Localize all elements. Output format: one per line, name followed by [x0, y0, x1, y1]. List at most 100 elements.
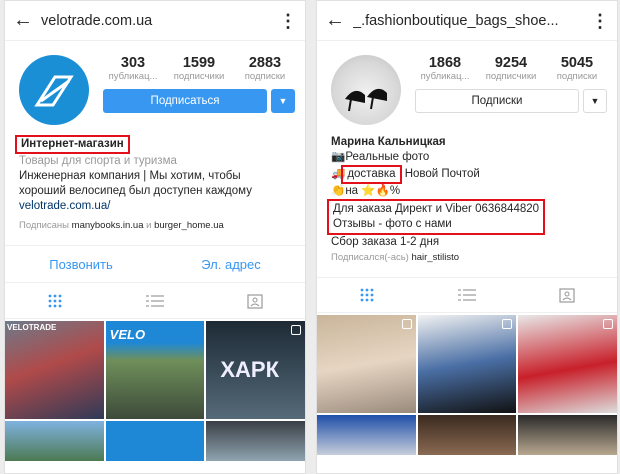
- bio-text: Новой Почтой: [401, 168, 480, 180]
- posts-label: публикац...: [108, 71, 158, 82]
- list-view-icon[interactable]: [145, 291, 165, 311]
- call-button[interactable]: Позвонить: [49, 257, 113, 272]
- bio-text: на: [345, 185, 359, 197]
- followed-user: hair_stilisto: [411, 252, 460, 263]
- grid-view-icon[interactable]: [45, 291, 65, 311]
- grid-view-icon[interactable]: [357, 285, 377, 305]
- bio-line: хороший велосипед был доступен каждому: [19, 185, 252, 197]
- posts-grid: VELOTRADE VELO ХАРК: [5, 319, 305, 461]
- profile-name: Марина Кальницкая: [331, 136, 446, 148]
- delivery-text: доставка: [341, 165, 402, 184]
- highlighted-contact-box: Для заказа Директ и Viber 0636844820 Отз…: [327, 199, 546, 235]
- followed-prefix: Подписался(-ась): [331, 252, 409, 263]
- back-arrow-icon[interactable]: ←: [13, 9, 41, 32]
- profile-tabs: [317, 277, 617, 313]
- more-options-icon[interactable]: ⋮: [279, 12, 297, 30]
- bio: Интернет-магазин Товары для спорта и тур…: [5, 125, 305, 233]
- followers-count: 9254: [494, 55, 528, 71]
- tile-text: VELO: [109, 327, 146, 342]
- back-arrow-icon[interactable]: ←: [325, 9, 353, 32]
- bio-line: 📷Реальные фото: [331, 150, 603, 165]
- post-thumbnail[interactable]: [317, 315, 416, 413]
- tagged-photos-icon[interactable]: [245, 291, 265, 311]
- post-thumbnail[interactable]: VELO: [105, 321, 205, 419]
- following-count: 2883: [248, 55, 282, 71]
- more-options-icon[interactable]: ⋮: [591, 12, 609, 30]
- followed-user: burger_home.ua: [154, 220, 224, 231]
- stats: 303 публикац... 1599 подписчики 2883 подпис…: [103, 55, 295, 125]
- posts-stat[interactable]: 1868 публикац...: [415, 55, 475, 82]
- multi-photo-icon: [502, 319, 513, 329]
- followers-stat[interactable]: 1599 подписчики: [169, 55, 229, 82]
- tile-text: ХАРК: [220, 357, 279, 382]
- video-icon: [290, 325, 301, 335]
- post-thumbnail[interactable]: [417, 315, 517, 413]
- email-button[interactable]: Эл. адрес: [201, 257, 261, 272]
- bio-text: Реальные фото: [345, 151, 430, 163]
- post-thumbnail[interactable]: ХАРК: [206, 321, 305, 419]
- bio-line: Отзывы - фото с нами: [333, 218, 452, 230]
- list-view-icon[interactable]: [457, 285, 477, 305]
- right-profile-screen: ← _.fashionboutique_bags_shoe... ⋮ 1868 п…: [316, 0, 618, 474]
- profile-header: 1868 публикац... 9254 подписчики 5045 подпи…: [317, 41, 617, 125]
- username-title: _.fashionboutique_bags_shoe...: [353, 12, 559, 29]
- post-thumbnail[interactable]: [417, 415, 517, 455]
- posts-stat[interactable]: 303 публикац...: [103, 55, 163, 82]
- post-thumbnail[interactable]: [518, 415, 617, 455]
- bio-line: Для заказа Директ и Viber 0636844820: [333, 203, 540, 215]
- followed-by[interactable]: Подписался(-ась) hair_stilisto: [331, 250, 603, 265]
- username-title: velotrade.com.ua: [41, 12, 153, 29]
- following-stat[interactable]: 2883 подписки: [235, 55, 295, 82]
- post-thumbnail[interactable]: [206, 421, 305, 461]
- profile-tabs: [5, 283, 305, 319]
- multi-photo-icon: [602, 319, 613, 329]
- followed-and: и: [146, 220, 152, 231]
- posts-grid: [317, 313, 617, 455]
- stats: 1868 публикац... 9254 подписчики 5045 подпи…: [415, 55, 607, 125]
- website-link[interactable]: velotrade.com.ua/: [19, 199, 291, 214]
- following-stat[interactable]: 5045 подписки: [547, 55, 607, 82]
- hand-emoji-icon: 👏: [331, 185, 346, 197]
- profile-header: 303 публикац... 1599 подписчики 2883 подпис…: [5, 41, 305, 125]
- avatar[interactable]: [331, 55, 401, 125]
- avatar[interactable]: [19, 55, 89, 125]
- contact-actions: Позвонить Эл. адрес: [5, 245, 305, 283]
- post-thumbnail[interactable]: [317, 415, 416, 455]
- followers-count: 1599: [182, 55, 216, 71]
- sale-emoji-icon: ⭐🔥: [361, 185, 390, 197]
- velotrade-logo-icon: [34, 75, 74, 107]
- followers-label: подписчики: [485, 71, 537, 82]
- posts-count: 1868: [428, 55, 462, 71]
- post-thumbnail[interactable]: [518, 315, 617, 413]
- bio: Марина Кальницкая 📷Реальные фото 🚚 достав…: [317, 125, 617, 265]
- tagged-photos-icon[interactable]: [557, 285, 577, 305]
- camera-emoji-icon: 📷: [331, 151, 346, 163]
- bio-text: %: [389, 185, 401, 197]
- post-thumbnail[interactable]: [105, 421, 205, 461]
- following-button[interactable]: Подписки: [415, 89, 579, 113]
- bio-line: Сбор заказа 1-2 дня: [331, 236, 440, 248]
- profile-name: Интернет-магазин: [15, 135, 130, 154]
- shoes-avatar-icon: [345, 88, 387, 112]
- followed-by[interactable]: Подписаны manybooks.in.ua и burger_home.…: [19, 218, 291, 233]
- followed-prefix: Подписаны: [19, 220, 70, 231]
- followers-stat[interactable]: 9254 подписчики: [481, 55, 541, 82]
- post-thumbnail[interactable]: [5, 421, 104, 461]
- followers-label: подписчики: [173, 71, 225, 82]
- post-thumbnail[interactable]: VELOTRADE: [5, 321, 104, 419]
- tile-text: VELOTRADE: [7, 323, 57, 332]
- bio-line: 👏на ⭐🔥%: [331, 184, 603, 199]
- suggestions-dropdown-button[interactable]: ▼: [271, 89, 295, 113]
- posts-label: публикац...: [420, 71, 470, 82]
- top-bar: ← velotrade.com.ua ⋮: [5, 1, 305, 41]
- following-label: подписки: [556, 71, 598, 82]
- posts-count: 303: [120, 55, 146, 71]
- left-profile-screen: ← velotrade.com.ua ⋮ 303 публикац... 1599…: [4, 0, 306, 474]
- following-count: 5045: [560, 55, 594, 71]
- top-bar: ← _.fashionboutique_bags_shoe... ⋮: [317, 1, 617, 41]
- suggestions-dropdown-button[interactable]: ▼: [583, 89, 607, 113]
- bio-line: 🚚 доставка Новой Почтой: [331, 165, 603, 184]
- follow-button[interactable]: Подписаться: [103, 89, 267, 113]
- category: Товары для спорта и туризма: [19, 155, 177, 167]
- bio-line: Инженерная компания | Мы хотим, чтобы: [19, 170, 241, 182]
